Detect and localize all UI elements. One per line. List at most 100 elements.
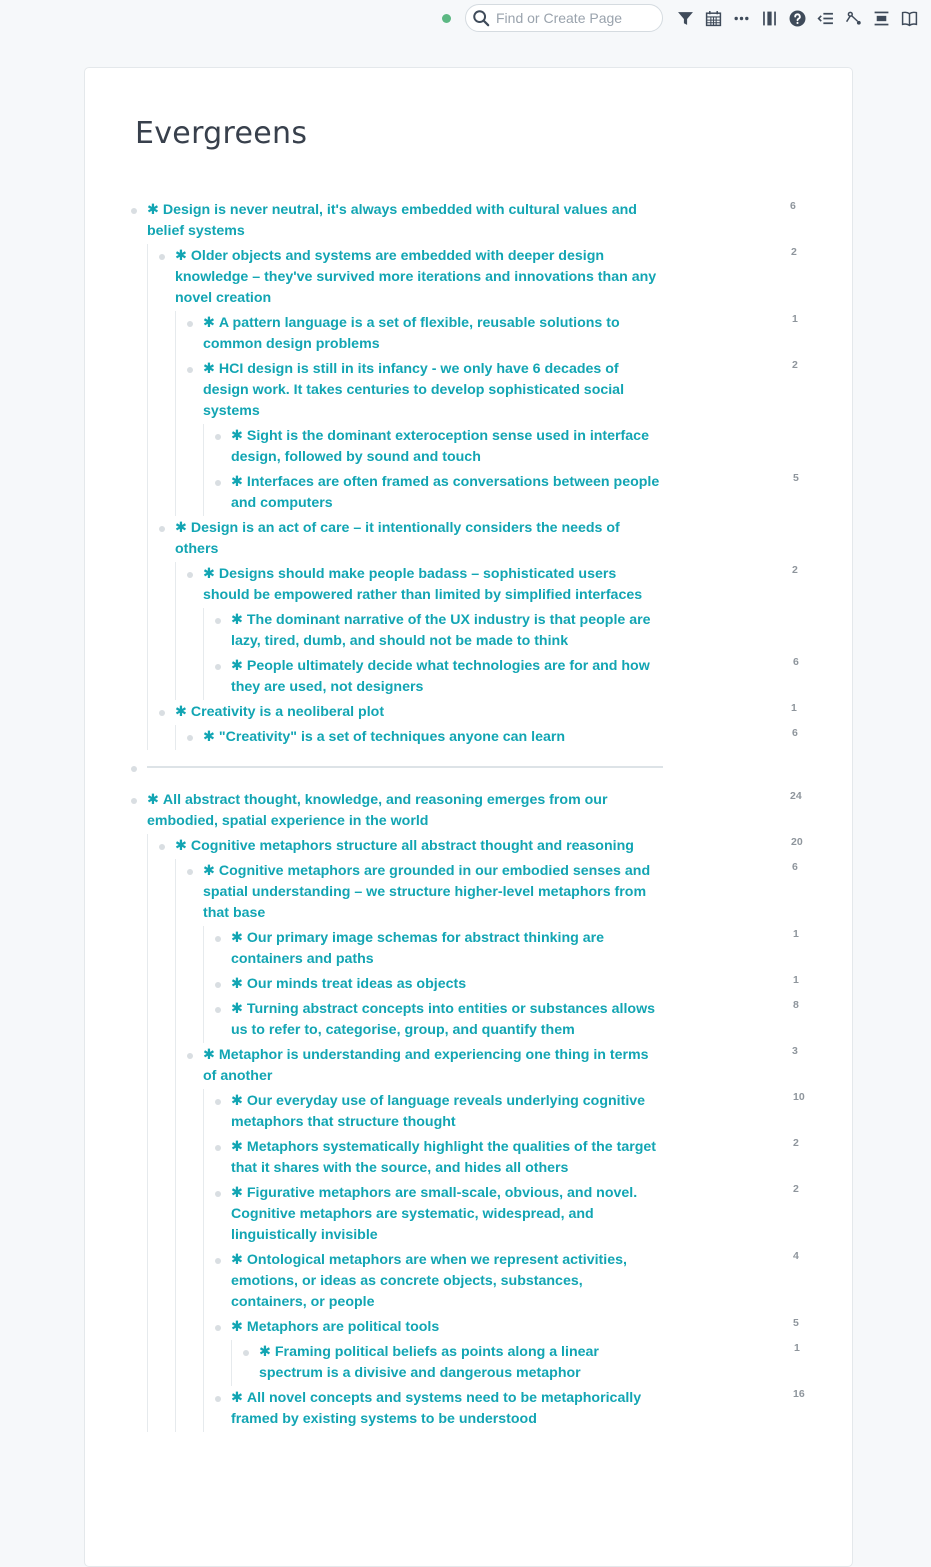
page-link[interactable]: All abstract thought, knowledge, and rea… — [147, 792, 608, 829]
block-text[interactable]: ✱ The dominant narrative of the UX indust… — [231, 610, 662, 652]
page-link[interactable]: Designs should make people badass – soph… — [203, 566, 642, 603]
page-title[interactable]: Evergreens — [135, 116, 307, 151]
page-link[interactable]: Cognitive metaphors structure all abstra… — [191, 838, 634, 854]
page-link[interactable]: Our everyday use of language reveals und… — [231, 1093, 645, 1130]
page-link[interactable]: Creativity is a neoliberal plot — [191, 704, 384, 720]
bullet-icon[interactable] — [187, 321, 193, 327]
page-link[interactable]: The dominant narrative of the UX industr… — [231, 612, 651, 649]
bullet-icon[interactable] — [131, 798, 137, 804]
block-text[interactable]: ✱ Metaphor is understanding and experienc… — [203, 1045, 662, 1087]
block-text[interactable]: ✱ All novel concepts and systems need to … — [231, 1388, 662, 1430]
block-text[interactable]: ✱ "Creativity" is a set of techniques any… — [203, 727, 662, 748]
reference-count[interactable]: 6 — [790, 200, 796, 212]
block-text[interactable]: ✱ HCI design is still in its infancy - we… — [203, 359, 662, 422]
page-link[interactable]: Ontological metaphors are when we repres… — [231, 1252, 627, 1310]
block-text[interactable]: ✱ Ontological metaphors are when we repre… — [231, 1250, 662, 1313]
reference-count[interactable]: 5 — [793, 472, 799, 484]
block-text[interactable]: ✱ Metaphors systematically highlight the … — [231, 1137, 662, 1179]
bullet-icon[interactable] — [215, 982, 221, 988]
page-link[interactable]: Turning abstract concepts into entities … — [231, 1001, 655, 1038]
reference-count[interactable]: 2 — [793, 1183, 799, 1195]
bullet-icon[interactable] — [215, 1258, 221, 1264]
page-link[interactable]: Our minds treat ideas as objects — [247, 976, 466, 992]
more-icon[interactable] — [727, 4, 755, 32]
block-text[interactable]: ✱ Design is never neutral, it's always em… — [147, 200, 662, 242]
reference-count[interactable]: 24 — [790, 790, 802, 802]
reference-count[interactable]: 6 — [792, 727, 798, 739]
page-link[interactable]: Design is never neutral, it's always emb… — [147, 202, 637, 239]
graph-icon[interactable] — [839, 4, 867, 32]
bullet-icon[interactable] — [159, 710, 165, 716]
block-text[interactable]: ✱ Metaphors are political tools — [231, 1317, 662, 1338]
block-text[interactable]: ✱ Interfaces are often framed as conversa… — [231, 472, 662, 514]
page-link[interactable]: Framing political beliefs as points alon… — [259, 1344, 599, 1381]
bullet-icon[interactable] — [215, 434, 221, 440]
reference-count[interactable]: 1 — [793, 974, 799, 986]
bullet-icon[interactable] — [187, 367, 193, 373]
page-link[interactable]: All novel concepts and systems need to b… — [231, 1390, 641, 1427]
bullet-icon[interactable] — [215, 618, 221, 624]
block-text[interactable]: ✱ Cognitive metaphors structure all abstr… — [175, 836, 662, 857]
block-text[interactable]: ✱ Figurative metaphors are small-scale, o… — [231, 1183, 662, 1246]
reference-count[interactable]: 2 — [792, 564, 798, 576]
block-text[interactable]: ✱ People ultimately decide what technolog… — [231, 656, 662, 698]
reference-count[interactable]: 5 — [793, 1317, 799, 1329]
page-link[interactable]: Cognitive metaphors are grounded in our … — [203, 863, 650, 921]
block-text[interactable]: ✱ Creativity is a neoliberal plot — [175, 702, 662, 723]
page-link[interactable]: People ultimately decide what technologi… — [231, 658, 650, 695]
page-link[interactable]: Metaphor is understanding and experienci… — [203, 1047, 649, 1084]
reference-count[interactable]: 2 — [792, 359, 798, 371]
block-text[interactable]: ✱ Our primary image schemas for abstract … — [231, 928, 662, 970]
block-text[interactable]: ✱ Our everyday use of language reveals un… — [231, 1091, 662, 1133]
page-link[interactable]: Figurative metaphors are small-scale, ob… — [231, 1185, 637, 1243]
reference-count[interactable]: 10 — [793, 1091, 805, 1103]
block-text[interactable]: ✱ A pattern language is a set of flexible… — [203, 313, 662, 355]
page-link[interactable]: Older objects and systems are embedded w… — [175, 248, 656, 306]
page-link[interactable]: Interfaces are often framed as conversat… — [231, 474, 659, 511]
block-text[interactable]: ✱ Framing political beliefs as points alo… — [259, 1342, 662, 1384]
block-text[interactable]: ✱ Designs should make people badass – sop… — [203, 564, 662, 606]
bullet-icon[interactable] — [187, 572, 193, 578]
bullet-icon[interactable] — [215, 480, 221, 486]
bullet-icon[interactable] — [187, 1053, 193, 1059]
bullet-icon[interactable] — [215, 1325, 221, 1331]
reference-count[interactable]: 1 — [794, 1342, 800, 1354]
search-box[interactable] — [465, 4, 663, 32]
bullet-icon[interactable] — [215, 1099, 221, 1105]
page-link[interactable]: Sight is the dominant exteroception sens… — [231, 428, 649, 465]
reference-count[interactable]: 1 — [791, 702, 797, 714]
block-text[interactable]: ✱ Design is an act of care – it intention… — [175, 518, 662, 560]
sidebar-toggle-icon[interactable] — [755, 4, 783, 32]
block-text[interactable]: ✱ Our minds treat ideas as objects — [231, 974, 662, 995]
bullet-icon[interactable] — [215, 936, 221, 942]
page-link[interactable]: Metaphors systematically highlight the q… — [231, 1139, 656, 1176]
bullet-icon[interactable] — [215, 1191, 221, 1197]
block-text[interactable]: ✱ Older objects and systems are embedded … — [175, 246, 662, 309]
reference-count[interactable]: 2 — [791, 246, 797, 258]
page-link[interactable]: A pattern language is a set of flexible,… — [203, 315, 620, 352]
page-link[interactable]: Design is an act of care – it intentiona… — [175, 520, 620, 557]
reference-count[interactable]: 8 — [793, 999, 799, 1011]
block-text[interactable]: ✱ Turning abstract concepts into entities… — [231, 999, 662, 1041]
bullet-icon[interactable] — [131, 208, 137, 214]
reference-count[interactable]: 6 — [792, 861, 798, 873]
reference-count[interactable]: 16 — [793, 1388, 805, 1400]
block-text[interactable]: ✱ All abstract thought, knowledge, and re… — [147, 790, 662, 832]
reference-count[interactable]: 4 — [793, 1250, 799, 1262]
search-input[interactable] — [494, 9, 658, 27]
reference-count[interactable]: 1 — [792, 313, 798, 325]
page-link[interactable]: Our primary image schemas for abstract t… — [231, 930, 604, 967]
bullet-icon[interactable] — [131, 766, 137, 772]
bullet-icon[interactable] — [243, 1350, 249, 1356]
reference-count[interactable]: 6 — [793, 656, 799, 668]
bullet-icon[interactable] — [159, 254, 165, 260]
page-link[interactable]: Metaphors are political tools — [247, 1319, 439, 1335]
book-icon[interactable] — [895, 4, 923, 32]
calendar-icon[interactable] — [699, 4, 727, 32]
reference-count[interactable]: 1 — [793, 928, 799, 940]
block-text[interactable]: ✱ Cognitive metaphors are grounded in our… — [203, 861, 662, 924]
bullet-icon[interactable] — [159, 844, 165, 850]
page-link[interactable]: "Creativity" is a set of techniques anyo… — [219, 729, 565, 745]
reference-count[interactable]: 2 — [793, 1137, 799, 1149]
bullet-icon[interactable] — [215, 664, 221, 670]
